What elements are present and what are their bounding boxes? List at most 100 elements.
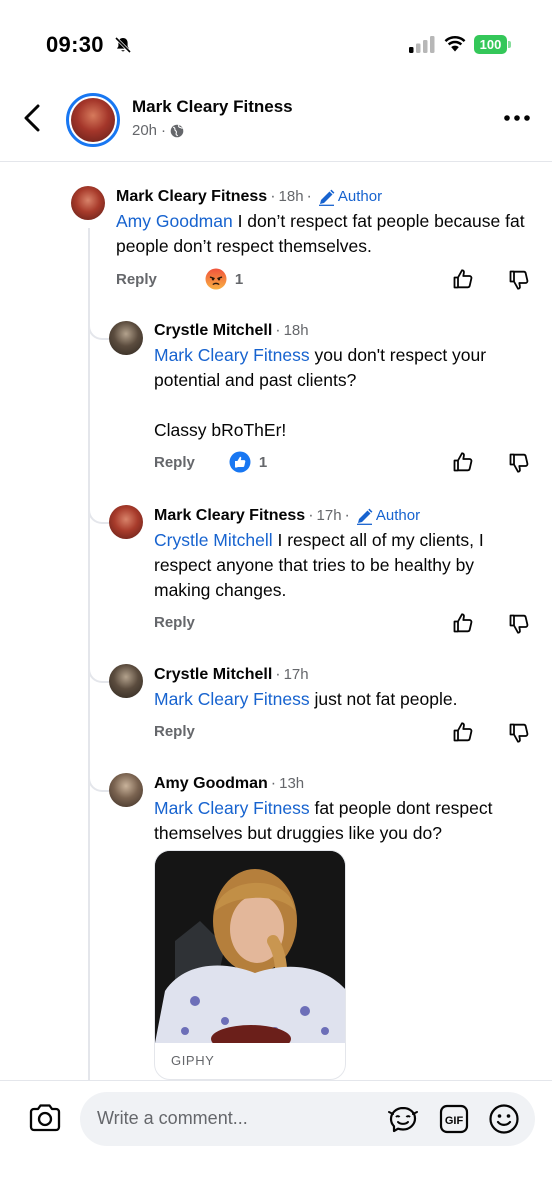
comment-author[interactable]: Mark Cleary Fitness [154, 506, 305, 526]
mention-link[interactable]: Mark Cleary Fitness [154, 345, 310, 365]
comment-actions: Reply [154, 609, 195, 635]
wifi-icon [444, 36, 466, 52]
post-header: Mark Cleary Fitness 20h · [0, 80, 552, 162]
sticker-icon[interactable] [387, 1104, 419, 1134]
battery-tip [508, 41, 511, 48]
separator: · [306, 188, 312, 205]
comment: Mark Cleary Fitness · 18h · Author Amy G… [116, 187, 536, 259]
reaction-count: 1 [258, 453, 268, 471]
svg-text:GIF: GIF [445, 1115, 464, 1127]
separator: · [275, 322, 281, 339]
globe-icon [170, 124, 184, 137]
reply-button[interactable]: Reply [116, 271, 157, 288]
emoji-icon[interactable] [488, 1103, 520, 1135]
bell-off-icon [114, 36, 132, 54]
separator: · [270, 188, 276, 205]
reply-button[interactable]: Reply [154, 614, 195, 631]
comment-text-line: Classy bRoThEr! [154, 420, 287, 440]
reply-button[interactable]: Reply [154, 723, 195, 740]
comment-input[interactable]: Write a comment... GIF [80, 1092, 535, 1146]
page-name[interactable]: Mark Cleary Fitness [132, 97, 293, 117]
thumbs-up-icon[interactable] [451, 267, 475, 291]
comment-body: Amy Goodman I don’t respect fat people b… [116, 209, 536, 259]
thumbs-down-icon[interactable] [507, 612, 531, 636]
gif-attachment[interactable]: GIPHY [154, 850, 346, 1080]
gif-icon[interactable]: GIF [439, 1104, 469, 1134]
thread-connector [88, 772, 110, 792]
signal-icon [409, 36, 435, 53]
gif-image [155, 851, 345, 1043]
angry-icon [205, 268, 227, 290]
pencil-icon [356, 508, 373, 525]
mention-link[interactable]: Mark Cleary Fitness [154, 798, 310, 818]
mention-link[interactable]: Amy Goodman [116, 211, 233, 231]
gif-illustration [155, 851, 345, 1043]
comment-actions: Reply 1 [154, 449, 267, 475]
comment-time: 17h [283, 666, 309, 683]
like-icon [229, 451, 251, 473]
comment-author[interactable]: Crystle Mitchell [154, 321, 272, 341]
reaction-count: 1 [234, 270, 244, 288]
camera-icon[interactable] [28, 1103, 62, 1133]
battery-level: 100 [479, 37, 502, 52]
comment-text: just not fat people. [309, 689, 458, 709]
comment-time: 13h [279, 775, 305, 792]
thumbs-down-icon[interactable] [507, 451, 531, 475]
status-time: 09:30 [46, 32, 104, 57]
comment-header: Amy Goodman · 13h [154, 774, 534, 794]
reaction-summary[interactable]: 1 [229, 451, 267, 473]
separator: · [308, 507, 314, 524]
thread-connector [88, 320, 110, 340]
thread-line [88, 228, 90, 1083]
comment-author[interactable]: Crystle Mitchell [154, 665, 272, 685]
mention-link[interactable]: Mark Cleary Fitness [154, 689, 310, 709]
comment-body: Mark Cleary Fitness just not fat people. [154, 687, 534, 712]
comment-placeholder: Write a comment... [97, 1108, 248, 1128]
avatar[interactable] [71, 186, 105, 220]
thumbs-up-icon[interactable] [451, 720, 475, 744]
back-arrow-icon[interactable] [18, 100, 48, 136]
author-badge-label: Author [337, 188, 383, 205]
thumbs-up-icon[interactable] [451, 611, 475, 635]
status-bar: 09:30 100 [0, 0, 552, 80]
more-icon[interactable] [500, 108, 534, 128]
thumbs-down-icon[interactable] [507, 268, 531, 292]
post-meta: 20h · [132, 122, 184, 139]
thread-connector [88, 504, 110, 524]
separator: · [344, 507, 350, 524]
comment: Amy Goodman · 13h Mark Cleary Fitness fa… [154, 774, 534, 846]
avatar[interactable] [109, 321, 143, 355]
comment-header: Mark Cleary Fitness · 17h · Author [154, 506, 534, 526]
comment-composer: Write a comment... GIF [0, 1080, 552, 1200]
comment-header: Crystle Mitchell · 18h [154, 321, 534, 341]
page-avatar[interactable] [66, 93, 120, 147]
comment-time: 18h [278, 188, 304, 205]
mention-link[interactable]: Crystle Mitchell [154, 530, 273, 550]
separator: · [270, 775, 277, 792]
avatar[interactable] [109, 773, 143, 807]
page-avatar-image [71, 98, 115, 142]
comment-actions: Reply [154, 718, 195, 744]
comment-author[interactable]: Mark Cleary Fitness [116, 187, 267, 207]
comment-header: Crystle Mitchell · 17h [154, 665, 534, 685]
post-age[interactable]: 20h [132, 122, 157, 139]
comment-actions: Reply 1 [116, 266, 243, 292]
reply-button[interactable]: Reply [154, 454, 195, 471]
thread-connector [88, 663, 110, 683]
thumbs-up-icon[interactable] [451, 450, 475, 474]
comment-author[interactable]: Amy Goodman [154, 774, 268, 794]
author-badge-label: Author [375, 507, 421, 524]
pencil-icon [318, 189, 335, 206]
comment-time: 17h [316, 507, 342, 524]
avatar[interactable] [109, 505, 143, 539]
reaction-summary[interactable]: 1 [205, 268, 243, 290]
author-badge: Author [356, 506, 420, 526]
comment-body: Mark Cleary Fitness you don't respect yo… [154, 343, 534, 393]
comment-body: Crystle Mitchell I respect all of my cli… [154, 528, 534, 603]
comment-body: Mark Cleary Fitness fat people dont resp… [154, 796, 534, 846]
comment-header: Mark Cleary Fitness · 18h · Author [116, 187, 536, 207]
thumbs-down-icon[interactable] [507, 721, 531, 745]
comment-time: 18h [283, 322, 309, 339]
avatar[interactable] [109, 664, 143, 698]
comment: Crystle Mitchell · 18h Mark Cleary Fitne… [154, 321, 534, 443]
